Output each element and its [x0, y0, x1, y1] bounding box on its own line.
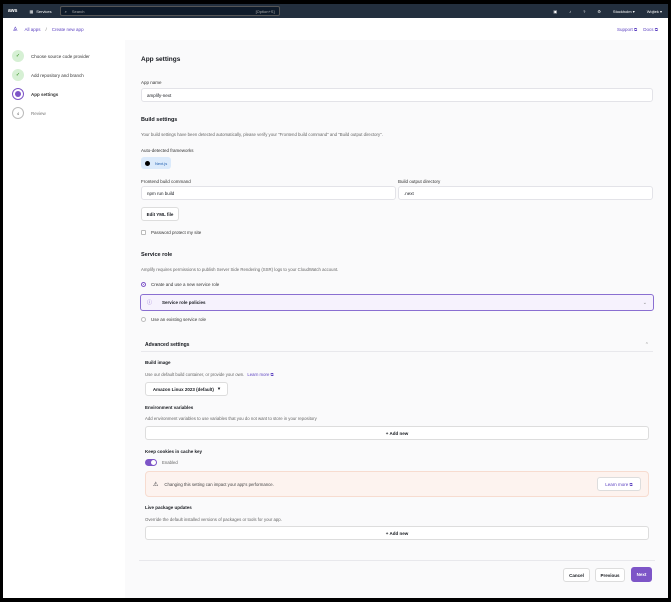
build-settings-heading: Build settings	[141, 117, 178, 123]
service-role-heading: Service role	[141, 252, 173, 258]
build-image-dropdown[interactable]: Amazon Linux 2023 (default) ▾	[145, 382, 228, 396]
build-image-desc: Use our default build container, or prov…	[145, 372, 274, 377]
next-button[interactable]: Next	[631, 567, 652, 582]
step-3[interactable]: App settings	[12, 88, 58, 100]
check-icon: ✓	[12, 69, 24, 81]
warning-learn-more-button[interactable]: Learn more ⧉	[597, 477, 641, 491]
step-4: 4 Review	[12, 107, 46, 119]
checkbox[interactable]	[141, 230, 146, 235]
cloudshell-icon[interactable]: ▣	[553, 9, 557, 14]
build-command-input[interactable]: npm run build	[141, 186, 396, 200]
password-checkbox[interactable]: Password protect my site	[141, 230, 201, 235]
env-vars-heading: Environment variables	[145, 405, 194, 410]
warning-icon: ⚠	[153, 481, 159, 488]
breadcrumb: ⩓ All apps / Create new app Support ⧉ Doc…	[3, 18, 668, 40]
region-selector[interactable]: Stockholm ▾	[613, 9, 635, 14]
info-icon: ⓘ	[147, 300, 153, 306]
warning-alert: ⚠ Changing this setting can impact your a…	[145, 471, 649, 497]
nextjs-icon	[145, 160, 150, 166]
build-command-label: Frontend build command	[141, 179, 191, 184]
output-dir-label: Build output directory	[398, 179, 441, 184]
toggle-switch[interactable]	[145, 459, 157, 466]
service-role-policies-expander[interactable]: ⓘ Service role policies ⌄	[140, 294, 654, 311]
service-role-desc: Amplify requires permissions to publish …	[141, 267, 339, 272]
env-vars-desc: Add environment variables to use variabl…	[145, 416, 317, 421]
frameworks-label: Auto-detected frameworks	[141, 148, 194, 153]
search-input[interactable]: ⌕ Search [Option+S]	[59, 6, 280, 16]
top-nav: aws ▦ Services ⌕ Search [Option+S] ▣ ♪ ? ⚙ …	[3, 4, 668, 18]
cancel-button[interactable]: Cancel	[563, 568, 590, 582]
advanced-settings-header[interactable]: Advanced settings ⌃	[141, 338, 653, 352]
edit-yml-button[interactable]: Edit YML file	[141, 207, 179, 221]
docs-link[interactable]: Docs ⧉	[643, 27, 658, 32]
previous-button[interactable]: Previous	[595, 568, 625, 582]
radio-new-role[interactable]: Create and use a new service role	[141, 282, 219, 287]
cookies-heading: Keep cookies in cache key	[145, 449, 203, 454]
chevron-down-icon: ⌄	[642, 299, 647, 306]
radio-selected[interactable]	[141, 282, 146, 287]
build-settings-desc: Your build settings have been detected a…	[141, 132, 383, 137]
page-title: App settings	[141, 56, 181, 63]
main-content: App settings App name amplify-next Build…	[125, 40, 668, 598]
wizard-steps: ✓ Choose source code provider ✓ Add reposi…	[3, 40, 125, 598]
env-add-new-button[interactable]: + Add new	[145, 426, 649, 440]
bell-icon[interactable]: ♪	[569, 9, 571, 14]
build-image-heading: Build image	[145, 360, 171, 365]
services-menu[interactable]: ▦ Services	[29, 9, 51, 14]
live-updates-desc: Override the default installed versions …	[145, 517, 282, 522]
live-add-new-button[interactable]: + Add new	[145, 526, 649, 540]
check-icon: ✓	[12, 50, 24, 62]
current-step-icon	[12, 88, 24, 100]
chevron-up-icon: ⌃	[644, 341, 649, 348]
aws-logo[interactable]: aws	[8, 8, 17, 14]
learn-more-link[interactable]: Learn more ⧉	[247, 372, 273, 377]
divider	[139, 560, 655, 561]
amplify-logo: ⩓	[13, 24, 18, 33]
help-icon[interactable]: ?	[583, 9, 585, 14]
grid-icon: ▦	[29, 8, 34, 14]
step-1[interactable]: ✓ Choose source code provider	[12, 50, 90, 62]
step-2[interactable]: ✓ Add repository and branch	[12, 69, 84, 81]
radio[interactable]	[141, 317, 146, 322]
radio-existing-role[interactable]: Use an existing service role	[141, 317, 206, 322]
framework-chip: Next.js	[141, 157, 172, 169]
gear-icon[interactable]: ⚙	[597, 9, 601, 14]
search-icon: ⌕	[64, 8, 67, 14]
cookies-toggle[interactable]: Enabled	[145, 459, 178, 466]
support-link[interactable]: Support ⧉	[617, 27, 637, 32]
breadcrumb-all-apps[interactable]: All apps	[25, 27, 41, 32]
breadcrumb-current: Create new app	[51, 26, 84, 32]
live-updates-heading: Live package updates	[145, 505, 192, 510]
user-menu[interactable]: Wojtek ▾	[647, 9, 662, 14]
app-name-input[interactable]: amplify-next	[141, 88, 653, 102]
caret-down-icon: ▾	[217, 386, 221, 391]
app-name-label: App name	[141, 80, 162, 85]
output-dir-input[interactable]: .next	[398, 186, 653, 200]
